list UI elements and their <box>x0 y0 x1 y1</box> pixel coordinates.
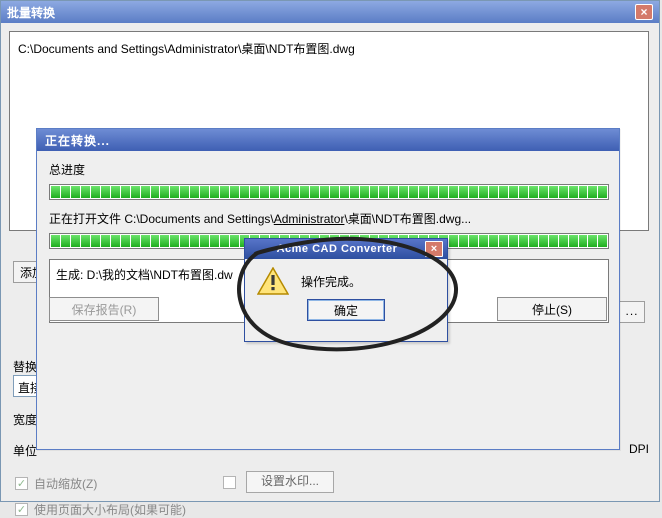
checkbox-icon[interactable] <box>223 476 236 489</box>
alert-footer: 确定 <box>245 299 447 327</box>
warning-icon <box>257 267 289 295</box>
ok-button[interactable]: 确定 <box>307 299 385 321</box>
use-page-layout-label: 使用页面大小布局(如果可能) <box>34 501 186 518</box>
replace-rule-select[interactable]: 直接替 <box>13 375 37 397</box>
add-file-button[interactable]: 添加 <box>13 261 37 283</box>
batch-convert-title: 批量转换 <box>7 4 635 21</box>
batch-convert-titlebar: 批量转换 × <box>1 1 659 23</box>
progress-title: 正在转换... <box>37 129 619 151</box>
close-icon[interactable]: × <box>425 241 443 257</box>
output-log-line: 生成: D:\我的文档\NDT布置图.dw <box>56 268 233 282</box>
overall-progress-label: 总进度 <box>49 161 607 178</box>
close-icon[interactable]: × <box>635 4 653 20</box>
alert-body: 操作完成。 <box>245 259 447 299</box>
status-prefix: 正在打开文件 C:\Documents and Settings\ <box>49 212 274 226</box>
overall-progress-bar <box>49 184 609 200</box>
width-label: 宽度 <box>13 411 37 428</box>
alert-title-text: Acme CAD Converter <box>249 243 425 255</box>
file-list-item: C:\Documents and Settings\Administrator\… <box>18 42 355 56</box>
auto-scale-label: 自动缩放(Z) <box>34 475 97 492</box>
set-watermark-button[interactable]: 设置水印... <box>246 471 334 493</box>
use-page-layout-checkbox-row[interactable]: ✓ 使用页面大小布局(如果可能) <box>15 501 186 518</box>
save-report-button[interactable]: 保存报告(R) <box>49 297 159 321</box>
checkbox-icon: ✓ <box>15 503 28 516</box>
checkbox-icon: ✓ <box>15 477 28 490</box>
unit-label: 单位 <box>13 442 37 459</box>
opening-file-status: 正在打开文件 C:\Documents and Settings\Adminis… <box>49 210 607 227</box>
auto-scale-checkbox-row[interactable]: ✓ 自动缩放(Z) <box>15 475 97 492</box>
status-underlined: Administrator <box>274 212 345 226</box>
alert-message: 操作完成。 <box>301 273 361 290</box>
status-suffix: \桌面\NDT布置图.dwg... <box>344 212 471 226</box>
watermark-row: 设置水印... <box>223 471 334 493</box>
dpi-label: DPI <box>629 442 649 456</box>
alert-titlebar: Acme CAD Converter × <box>245 239 447 259</box>
alert-dialog: Acme CAD Converter × 操作完成。 确定 <box>244 238 448 342</box>
stop-button[interactable]: 停止(S) <box>497 297 607 321</box>
browse-button[interactable]: ... <box>619 301 645 323</box>
